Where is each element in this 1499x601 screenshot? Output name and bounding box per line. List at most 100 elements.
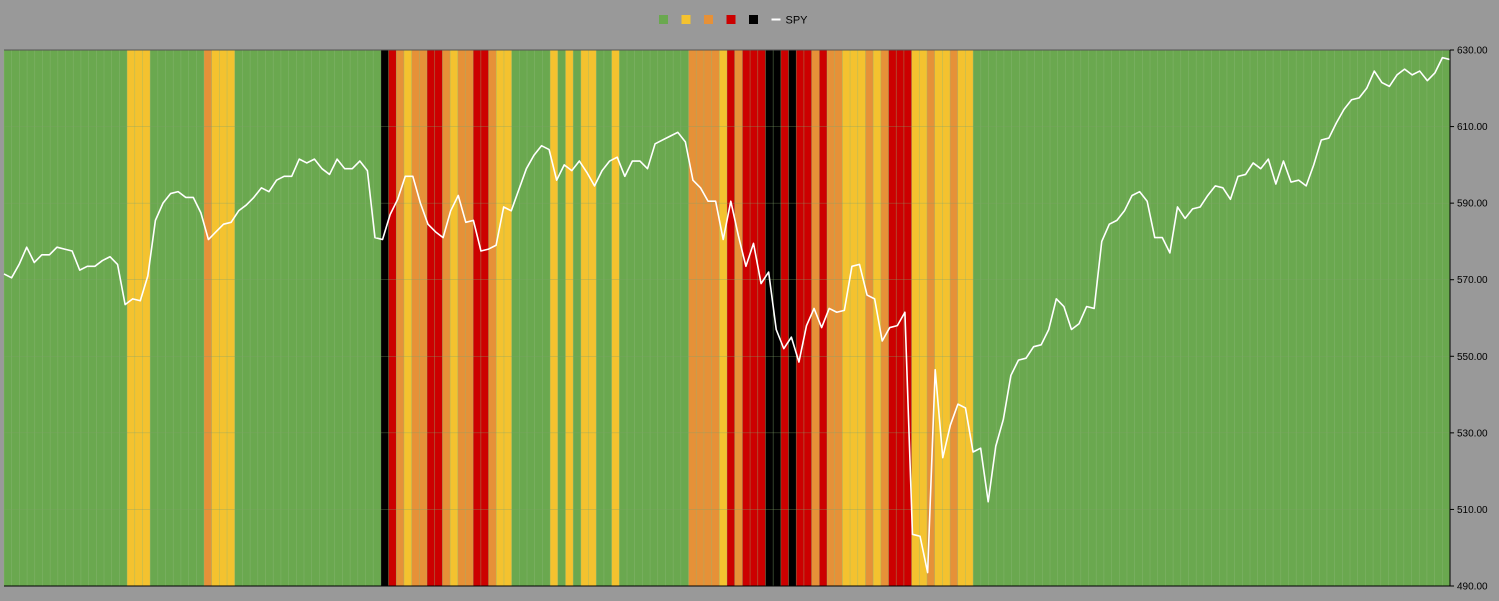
regime-band-green <box>119 50 128 586</box>
regime-band-green <box>634 50 643 586</box>
regime-band-green <box>1296 50 1305 586</box>
regime-band-green <box>603 50 612 586</box>
regime-band-green <box>11 50 20 586</box>
regime-band-orange <box>926 50 936 586</box>
regime-band-orange <box>442 50 451 586</box>
regime-band-orange <box>396 50 405 586</box>
regime-band-green <box>1003 50 1012 586</box>
regime-band-green <box>1034 50 1043 586</box>
regime-band-green <box>1150 50 1159 586</box>
regime-band-black <box>765 50 774 586</box>
regime-band-black <box>788 50 797 586</box>
regime-band-green <box>327 50 336 586</box>
regime-band-green <box>1303 50 1312 586</box>
regime-band-green <box>196 50 205 586</box>
regime-band-green <box>4 50 13 586</box>
regime-band-green <box>1265 50 1274 586</box>
regime-band-green <box>1157 50 1166 586</box>
regime-band-yellow <box>857 50 866 586</box>
regime-band-yellow <box>219 50 228 586</box>
regime-band-red <box>473 50 482 586</box>
regime-band-green <box>234 50 243 586</box>
regime-band-green <box>1334 50 1343 586</box>
regime-band-red <box>803 50 812 586</box>
regime-band-green <box>80 50 89 586</box>
regime-band-green <box>373 50 382 586</box>
regime-band-green <box>73 50 82 586</box>
regime-band-red <box>434 50 443 586</box>
regime-band-orange <box>711 50 720 586</box>
regime-band-green <box>1288 50 1297 586</box>
regime-band-green <box>1073 50 1082 586</box>
regime-band-green <box>534 50 543 586</box>
legend: SPY <box>659 15 808 27</box>
regime-band-yellow <box>911 50 920 586</box>
regime-band-green <box>1242 50 1251 586</box>
regime-band-green <box>1434 50 1443 586</box>
legend-swatch <box>749 15 758 24</box>
regime-band-green <box>519 50 528 586</box>
regime-band-green <box>1142 50 1151 586</box>
regime-band-green <box>50 50 59 586</box>
regime-band-green <box>1319 50 1328 586</box>
regime-band-black <box>380 50 389 586</box>
regime-band-green <box>1065 50 1074 586</box>
regime-band-yellow <box>957 50 966 586</box>
regime-band-yellow <box>142 50 151 586</box>
regime-band-green <box>1396 50 1405 586</box>
regime-band-green <box>1042 50 1051 586</box>
regime-band-green <box>88 50 97 586</box>
regime-band-green <box>173 50 182 586</box>
regime-bands <box>3 50 1451 586</box>
regime-band-green <box>627 50 636 586</box>
regime-band-red <box>388 50 397 586</box>
regime-band-green <box>350 50 359 586</box>
regime-band-green <box>1234 50 1243 586</box>
regime-band-yellow <box>496 50 505 586</box>
regime-band-green <box>1103 50 1112 586</box>
regime-band-green <box>988 50 997 586</box>
y-tick-label: 570.00 <box>1457 275 1488 286</box>
regime-band-green <box>1403 50 1412 586</box>
regime-band-green <box>1350 50 1359 586</box>
regime-band-green <box>1019 50 1028 586</box>
regime-band-green <box>1219 50 1228 586</box>
y-tick-label: 510.00 <box>1457 505 1488 516</box>
regime-band-orange <box>465 50 474 586</box>
y-tick-label: 610.00 <box>1457 122 1488 133</box>
regime-band-green <box>1057 50 1066 586</box>
y-tick-label: 550.00 <box>1457 352 1488 363</box>
regime-band-green <box>257 50 266 586</box>
regime-band-green <box>188 50 197 586</box>
regime-band-green <box>1342 50 1351 586</box>
regime-band-green <box>1165 50 1174 586</box>
regime-band-green <box>996 50 1005 586</box>
regime-band-green <box>1419 50 1428 586</box>
regime-band-orange <box>688 50 697 586</box>
regime-band-yellow <box>550 50 559 586</box>
regime-band-green <box>365 50 374 586</box>
regime-band-green <box>1373 50 1382 586</box>
regime-band-yellow <box>588 50 597 586</box>
regime-band-green <box>157 50 166 586</box>
regime-band-orange <box>488 50 497 586</box>
regime-band-green <box>1088 50 1097 586</box>
regime-band-yellow <box>842 50 851 586</box>
regime-band-orange <box>834 50 843 586</box>
regime-band-yellow <box>873 50 882 586</box>
regime-band-green <box>57 50 66 586</box>
legend-swatch <box>681 15 691 24</box>
regime-band-green <box>280 50 289 586</box>
regime-band-green <box>527 50 536 586</box>
regime-band-red <box>757 50 766 586</box>
regime-band-green <box>657 50 666 586</box>
regime-band-green <box>27 50 36 586</box>
regime-band-green <box>1250 50 1259 586</box>
regime-band-green <box>1134 50 1143 586</box>
regime-band-green <box>596 50 605 586</box>
regime-band-green <box>296 50 305 586</box>
regime-band-green <box>1326 50 1335 586</box>
y-tick-label: 490.00 <box>1457 582 1488 593</box>
regime-band-red <box>896 50 905 586</box>
regime-band-orange <box>203 50 213 586</box>
